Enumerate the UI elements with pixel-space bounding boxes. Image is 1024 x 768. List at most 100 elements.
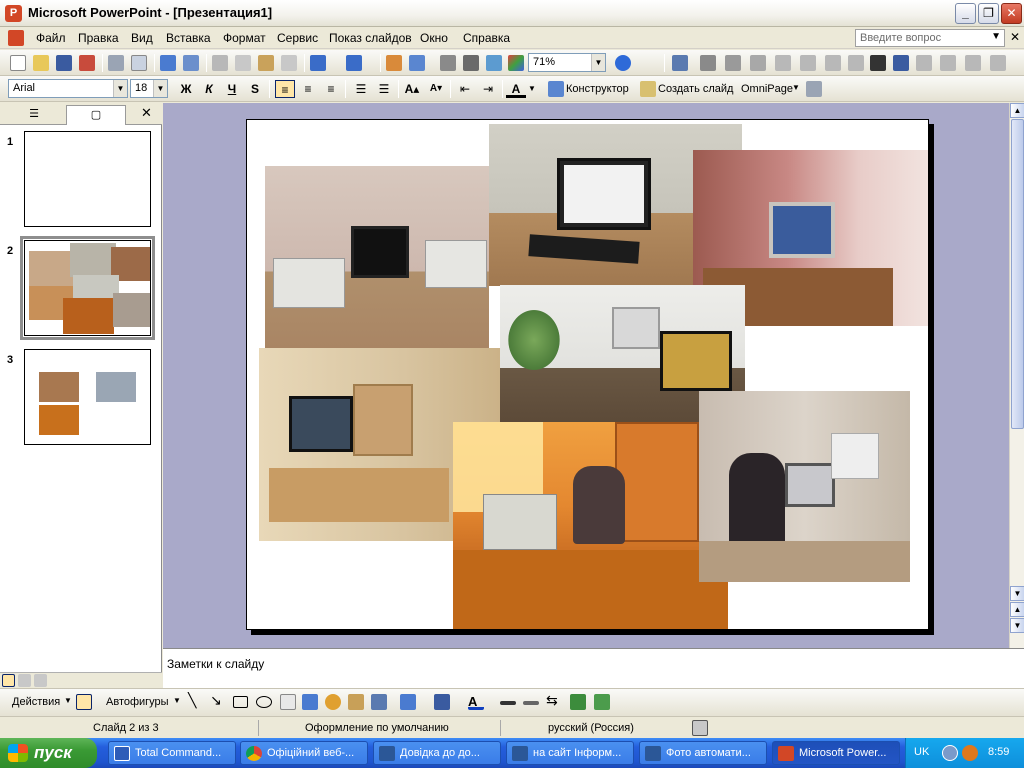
picture-tool-icon[interactable] bbox=[940, 55, 956, 71]
shadow-button[interactable]: S bbox=[245, 80, 265, 98]
actions-menu[interactable]: Действия bbox=[12, 696, 60, 708]
insert-picture-icon[interactable] bbox=[672, 55, 688, 71]
designer-button[interactable]: Конструктор bbox=[566, 83, 629, 95]
omnipage-icon[interactable] bbox=[806, 81, 822, 97]
line-color-icon[interactable] bbox=[434, 694, 450, 710]
permission-icon[interactable] bbox=[79, 55, 95, 71]
align-center-button[interactable]: ≡ bbox=[298, 80, 318, 98]
current-slide[interactable] bbox=[246, 119, 929, 630]
reset-picture-icon[interactable] bbox=[990, 55, 1006, 71]
redo-icon[interactable] bbox=[346, 55, 362, 71]
menu-file[interactable]: Файл bbox=[36, 31, 66, 45]
scroll-thumb[interactable] bbox=[1011, 119, 1024, 429]
menu-slideshow[interactable]: Показ слайдов bbox=[329, 31, 412, 45]
copy-icon[interactable] bbox=[235, 55, 251, 71]
photo-woman-orange-office[interactable] bbox=[453, 422, 728, 629]
3d-style-icon[interactable] bbox=[594, 694, 610, 710]
line-style-icon[interactable] bbox=[500, 701, 516, 705]
slideshow-icon[interactable] bbox=[34, 674, 47, 687]
task-total-commander[interactable]: Total Command... bbox=[108, 741, 236, 765]
normal-view-icon[interactable] bbox=[2, 674, 15, 687]
photo-printers-desk[interactable] bbox=[265, 166, 489, 348]
new-slide-button[interactable]: Создать слайд bbox=[658, 83, 733, 95]
spelling-status-icon[interactable] bbox=[692, 720, 708, 736]
picture-tool-icon[interactable] bbox=[848, 55, 864, 71]
slide-thumbnail-3[interactable] bbox=[24, 349, 151, 445]
textbox-icon[interactable] bbox=[280, 694, 296, 710]
help-search-input[interactable]: Введите вопрос ▼ bbox=[855, 29, 1005, 47]
spelling-icon[interactable] bbox=[160, 55, 176, 71]
format-painter-icon[interactable] bbox=[281, 55, 297, 71]
chevron-down-icon[interactable]: ▼ bbox=[153, 80, 167, 97]
rectangle-icon[interactable] bbox=[233, 696, 248, 708]
slide-sorter-icon[interactable] bbox=[18, 674, 31, 687]
notes-pane[interactable]: Заметки к слайду bbox=[163, 648, 1024, 688]
autoshapes-menu[interactable]: Автофигуры bbox=[106, 696, 169, 708]
next-slide-icon[interactable]: ▼ bbox=[1010, 618, 1024, 633]
chevron-down-icon[interactable]: ▼ bbox=[792, 83, 800, 92]
underline-button[interactable]: Ч bbox=[222, 80, 242, 98]
omnipage-menu[interactable]: OmniPage bbox=[741, 83, 793, 95]
picture-tool-icon[interactable] bbox=[775, 55, 791, 71]
zoom-select[interactable]: 71% ▼ bbox=[528, 53, 606, 72]
align-right-button[interactable]: ≡ bbox=[321, 80, 341, 98]
menu-help[interactable]: Справка bbox=[463, 31, 510, 45]
start-button[interactable]: пуск bbox=[0, 738, 97, 768]
task-word-doc-2[interactable]: на сайт Інформ... bbox=[506, 741, 634, 765]
tab-outline[interactable]: ☰ bbox=[4, 105, 64, 125]
task-powerpoint[interactable]: Microsoft Power... bbox=[772, 741, 900, 765]
oval-icon[interactable] bbox=[256, 696, 272, 708]
dash-style-icon[interactable] bbox=[523, 701, 539, 705]
slide-thumbnail-1[interactable] bbox=[24, 131, 151, 227]
menu-insert[interactable]: Вставка bbox=[166, 31, 211, 45]
increase-font-icon[interactable]: A▴ bbox=[402, 80, 422, 98]
slide-thumbnail-2[interactable] bbox=[20, 236, 155, 340]
clipart-icon[interactable] bbox=[348, 694, 364, 710]
undo-icon[interactable] bbox=[310, 55, 326, 71]
picture-tool-icon[interactable] bbox=[750, 55, 766, 71]
chevron-down-icon[interactable]: ▼ bbox=[64, 696, 72, 705]
print-icon[interactable] bbox=[108, 55, 124, 71]
menu-edit[interactable]: Правка bbox=[78, 31, 119, 45]
menu-tools[interactable]: Сервис bbox=[277, 31, 318, 45]
arrow-style-icon[interactable]: ⇆ bbox=[546, 692, 558, 709]
print-preview-icon[interactable] bbox=[131, 55, 147, 71]
close-button[interactable]: ✕ bbox=[1001, 3, 1022, 24]
document-icon[interactable] bbox=[8, 30, 24, 46]
align-left-button[interactable]: ≡ bbox=[275, 80, 295, 98]
insert-chart-icon[interactable] bbox=[386, 55, 402, 71]
font-color-icon[interactable]: A bbox=[506, 80, 526, 98]
chevron-down-icon[interactable]: ▼ bbox=[113, 80, 127, 97]
picture-tool-icon[interactable] bbox=[965, 55, 981, 71]
crop-icon[interactable] bbox=[893, 55, 909, 71]
bullets-button[interactable]: ☰ bbox=[374, 80, 394, 98]
wordart-icon[interactable] bbox=[302, 694, 318, 710]
photo-woman-monitor-office[interactable] bbox=[699, 391, 910, 582]
minimize-button[interactable]: _ bbox=[955, 3, 976, 24]
menu-format[interactable]: Формат bbox=[223, 31, 266, 45]
picture-tool-icon[interactable] bbox=[825, 55, 841, 71]
close-pane-icon[interactable]: ✕ bbox=[141, 105, 152, 121]
expand-all-icon[interactable] bbox=[440, 55, 456, 71]
tray-arrow-icon[interactable] bbox=[942, 745, 958, 761]
scroll-down-icon[interactable]: ▼ bbox=[1010, 586, 1024, 601]
line-style-icon[interactable] bbox=[870, 55, 886, 71]
powerpoint-app-icon[interactable]: P bbox=[5, 5, 22, 22]
save-icon[interactable] bbox=[56, 55, 72, 71]
select-arrow-icon[interactable] bbox=[76, 694, 92, 710]
show-grid-icon[interactable] bbox=[486, 55, 502, 71]
picture-tool-icon[interactable] bbox=[725, 55, 741, 71]
font-size-select[interactable]: 18 ▼ bbox=[130, 79, 168, 98]
arrow-icon[interactable]: ↘ bbox=[210, 692, 222, 709]
fill-color-icon[interactable] bbox=[400, 694, 416, 710]
task-word-doc-1[interactable]: Довідка до до... bbox=[373, 741, 501, 765]
picture-tool-icon[interactable] bbox=[916, 55, 932, 71]
chevron-down-icon[interactable]: ▼ bbox=[991, 31, 1001, 42]
chevron-down-icon[interactable]: ▼ bbox=[527, 80, 537, 98]
font-color-icon[interactable]: A bbox=[468, 694, 484, 710]
help-icon[interactable] bbox=[615, 55, 631, 71]
tab-slides[interactable]: ▢ bbox=[66, 105, 126, 125]
shadow-style-icon[interactable] bbox=[570, 694, 586, 710]
restore-button[interactable]: ❐ bbox=[978, 3, 999, 24]
vertical-scrollbar[interactable]: ▲ ▼ ▲ ▼ bbox=[1009, 103, 1024, 648]
